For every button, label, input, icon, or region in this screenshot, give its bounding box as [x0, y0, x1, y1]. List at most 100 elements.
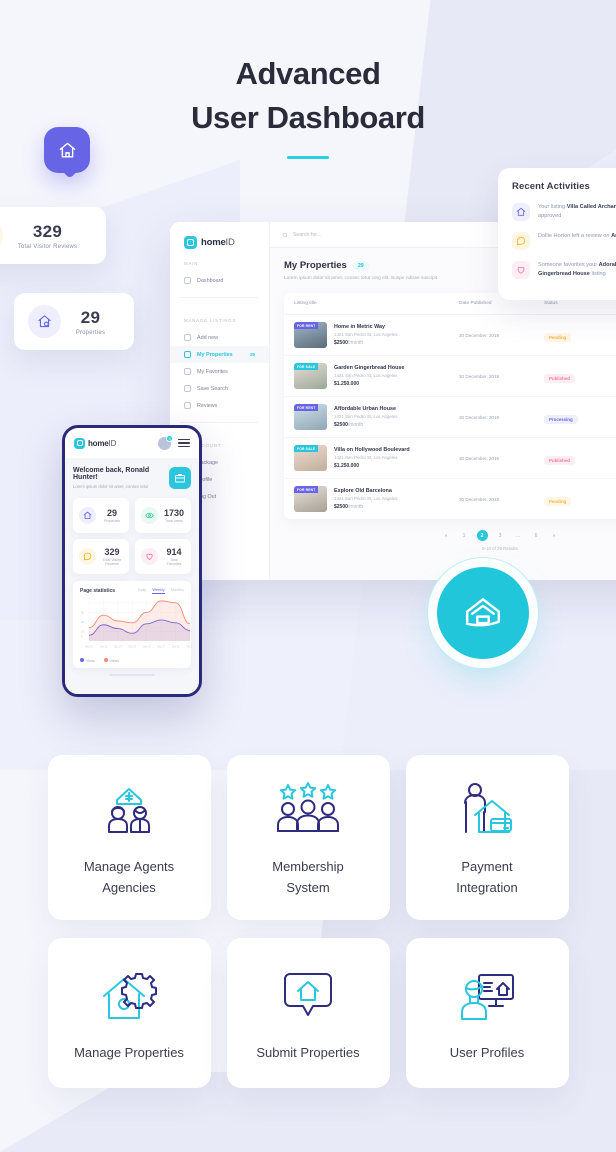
phone-stat-properties: 29 Properties: [73, 498, 129, 533]
feature-label: Membership System: [272, 858, 344, 895]
pagination-page-6[interactable]: 6: [531, 530, 542, 541]
search-icon: [282, 232, 288, 237]
feature-cards: Manage Agents Agencies Membership System: [0, 755, 616, 1106]
feature-card-membership[interactable]: Membership System: [226, 755, 390, 920]
phone-mockup: homeID 3 Welcome back, Ronald Hunter! Lo…: [62, 425, 202, 697]
feature-card-submit-properties[interactable]: Submit Properties: [226, 938, 390, 1088]
table-row[interactable]: FOR SALE Garden Gingerbread House 1421 S…: [284, 356, 616, 397]
feature-label: Manage Properties: [74, 1044, 184, 1060]
svg-text:Dec 19: Dec 19: [186, 647, 192, 649]
stat-label: Total views: [165, 519, 183, 523]
feature-card-manage-agents[interactable]: Manage Agents Agencies: [47, 755, 211, 920]
table-row[interactable]: FOR SALE Villa on Hollywood Boulevard 14…: [284, 438, 616, 479]
activity-post: listing: [589, 271, 606, 277]
chart-legend: Visits Views: [80, 658, 184, 663]
property-price-unit: /month: [347, 340, 364, 346]
feature-label: Manage Agents Agencies: [83, 858, 175, 895]
sidebar-item-label: Add new: [197, 334, 218, 341]
recent-activities-panel: Recent Activities Your listing Villa Cal…: [498, 168, 616, 300]
search-save-icon: [184, 385, 191, 392]
pagination-results-text: 6-10 of 29 Results: [482, 546, 518, 551]
chat-bubble-icon: [512, 232, 530, 250]
brand-logo-badge: [437, 567, 529, 659]
status-badge: Published: [544, 373, 575, 384]
property-address: 1421 San Pedro St, Los Angeles: [334, 455, 398, 460]
activity-item[interactable]: Your listing Villa Called Archangel was …: [512, 203, 616, 221]
property-thumbnail: FOR SALE: [294, 445, 327, 471]
table-row[interactable]: FOR RENT Home in Metric Way 1421 San Ped…: [284, 315, 616, 356]
activity-bold: Villa Called Archangel: [566, 204, 616, 210]
sidebar-item-label: Save Search: [197, 385, 228, 392]
avatar[interactable]: 3: [158, 434, 173, 450]
phone-logo[interactable]: homeID: [74, 437, 116, 449]
pagination-next[interactable]: »: [549, 530, 560, 541]
feature-card-manage-properties[interactable]: Manage Properties: [47, 938, 211, 1088]
page-title-line1: Advanced: [235, 56, 381, 91]
pagination-ellipsis: ...: [515, 532, 521, 539]
stat-label: Total Visitor Reviews: [102, 558, 122, 566]
home-indicator: [109, 674, 155, 677]
sidebar-divider: [180, 297, 259, 298]
sidebar-item-reviews[interactable]: Reviews: [170, 397, 269, 414]
sidebar-item-my-properties[interactable]: My Properties 29: [170, 346, 269, 363]
dashboard-logo[interactable]: homeID: [170, 222, 269, 249]
search-input[interactable]: Search for...: [293, 232, 321, 238]
pagination-prev[interactable]: «: [441, 530, 452, 541]
feature-label: Submit Properties: [256, 1044, 360, 1060]
stat-value: 29: [106, 508, 117, 518]
sidebar-item-my-favorites[interactable]: My Favorites: [170, 363, 269, 380]
logo-bold: home: [88, 438, 109, 448]
svg-text:Dec 16: Dec 16: [143, 647, 151, 649]
home-heart-icon: [28, 305, 61, 338]
dashboard-icon: [184, 277, 191, 284]
phone-stat-views: 1730 Total views: [135, 498, 191, 533]
recent-activities-title: Recent Activities: [512, 181, 590, 192]
page-title: Advanced User Dashboard: [0, 52, 616, 140]
pagination-page-1[interactable]: 1: [459, 530, 470, 541]
agents-house-dollar-icon: [97, 778, 161, 844]
sidebar-divider: [180, 422, 259, 423]
property-thumbnail: FOR RENT: [294, 404, 327, 430]
svg-text:30: 30: [81, 611, 84, 615]
legend-item-views: Views: [103, 658, 119, 663]
table-row[interactable]: FOR RENT Explore Old Barcelona 1421 San …: [284, 479, 616, 519]
star-icon: [184, 402, 191, 409]
welcome-subtitle: Lorem ipsum dolor sit amet, consec tetur: [73, 484, 149, 489]
feature-card-payment[interactable]: Payment Integration: [405, 755, 569, 920]
sidebar-item-dashboard[interactable]: Dashboard: [170, 272, 269, 289]
property-address: 1421 San Pedro St, Los Angeles: [334, 414, 398, 419]
home-icon: [184, 351, 191, 358]
chat-bubble-icon: [79, 548, 96, 565]
activity-pre: Your listing: [538, 204, 567, 210]
table-row[interactable]: FOR RENT Affordable Urban House 1421 San…: [284, 397, 616, 438]
sidebar-item-add-new[interactable]: Add new: [170, 329, 269, 346]
stat-value: 29: [80, 307, 101, 327]
feature-label: Payment Integration: [456, 858, 518, 895]
svg-text:Dec 12: Dec 12: [85, 647, 93, 649]
activity-pre: Someone favorites your: [538, 262, 599, 268]
pagination-page-2[interactable]: 2: [476, 530, 488, 541]
status-badge: Processing: [544, 414, 578, 425]
house-gear-icon: [98, 964, 160, 1030]
logo-light: ID: [225, 237, 235, 248]
feature-label: User Profiles: [449, 1044, 525, 1060]
property-date: 30 December, 2019: [459, 373, 500, 379]
status-badge: Pending: [544, 332, 572, 343]
home-shield-icon: [512, 203, 530, 221]
activity-item[interactable]: Dollie Horton left a review on Archangel: [512, 232, 616, 250]
stat-value: 1730: [163, 508, 185, 518]
home-icon: [59, 142, 75, 158]
logo-bold: home: [201, 237, 226, 248]
status-badge: Published: [544, 455, 575, 466]
briefcase-icon[interactable]: [169, 467, 191, 489]
activity-item[interactable]: Someone favorites your Adorable Gingerbr…: [512, 261, 616, 279]
stat-value: 329: [32, 221, 63, 241]
sidebar-item-save-search[interactable]: Save Search: [170, 380, 269, 397]
sidebar-item-label: My Favorites: [197, 368, 228, 375]
pagination-page-3[interactable]: 3: [495, 530, 506, 541]
activity-text: Your listing Villa Called Archangel was …: [538, 203, 616, 221]
feature-card-user-profiles[interactable]: User Profiles: [405, 938, 569, 1088]
menu-icon[interactable]: [178, 438, 190, 448]
property-title: Home in Metric Way: [334, 324, 386, 330]
property-title: Villa on Hollywood Boulevard: [334, 447, 410, 453]
